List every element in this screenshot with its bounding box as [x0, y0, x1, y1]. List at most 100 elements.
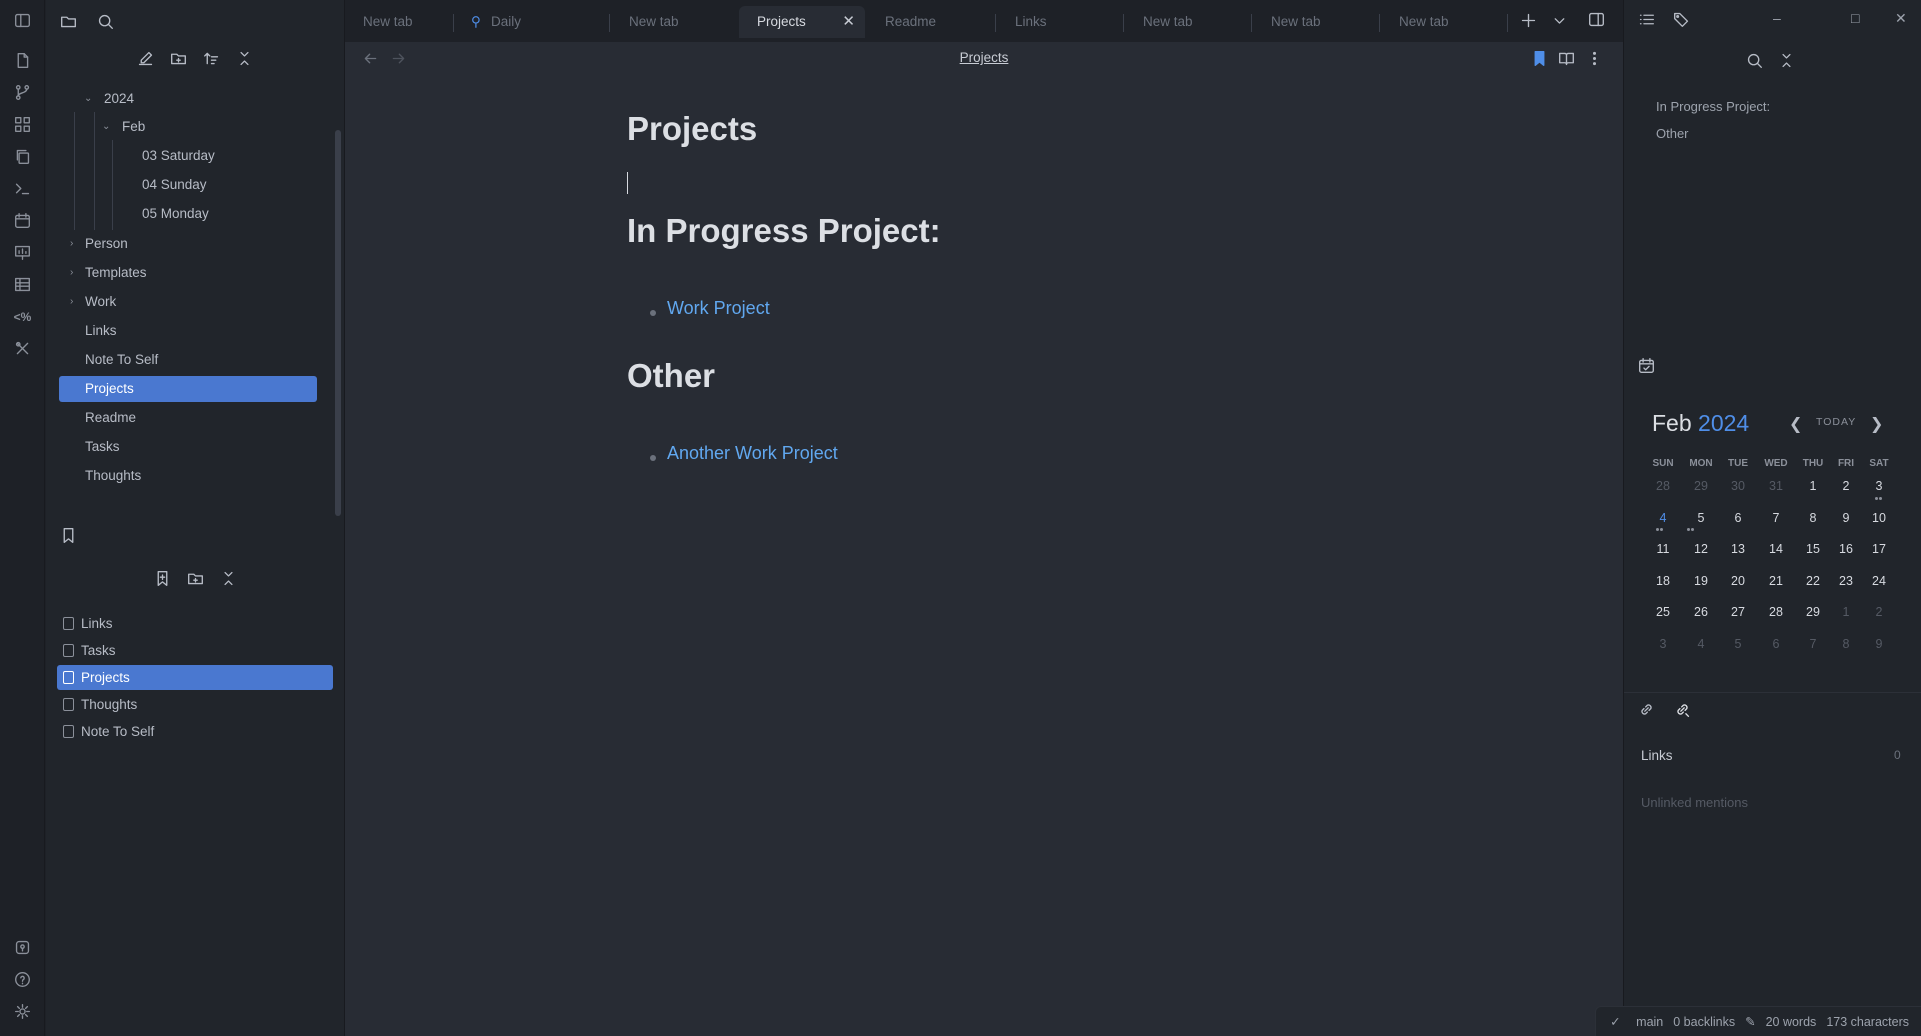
- note-title[interactable]: Projects: [627, 110, 757, 148]
- sort-icon[interactable]: [203, 50, 220, 67]
- backlinks-section-label[interactable]: Links: [1641, 748, 1673, 763]
- tab-daily[interactable]: ⚲ Daily: [455, 6, 573, 38]
- calendar-day[interactable]: 9: [1864, 637, 1894, 651]
- today-button[interactable]: TODAY: [1816, 416, 1856, 428]
- calendar-day[interactable]: 7: [1798, 637, 1828, 651]
- calendar-day[interactable]: 26: [1686, 605, 1716, 619]
- close-window-icon[interactable]: ✕: [1895, 10, 1907, 27]
- collapse-all-icon[interactable]: [220, 570, 237, 587]
- sidebar-toggle-icon[interactable]: [12, 10, 33, 31]
- terminal-icon[interactable]: [12, 178, 33, 199]
- tab-projects[interactable]: Projects ✕: [739, 6, 865, 38]
- calendar-day[interactable]: 7: [1761, 511, 1791, 525]
- vault-switcher-icon[interactable]: [12, 937, 33, 958]
- outline-item[interactable]: In Progress Project:: [1656, 99, 1770, 114]
- calendar-day[interactable]: 29: [1798, 605, 1828, 619]
- new-bookmark-group-icon[interactable]: [187, 570, 204, 587]
- calendar-day[interactable]: 5: [1686, 511, 1716, 525]
- calendar-day[interactable]: 20: [1723, 574, 1753, 588]
- tree-file-links[interactable]: Links: [85, 318, 117, 344]
- heading-other[interactable]: Other: [627, 357, 715, 395]
- new-folder-icon[interactable]: [170, 50, 187, 67]
- tab-new-tab[interactable]: New tab: [345, 6, 445, 38]
- calendar-day[interactable]: 15: [1798, 542, 1828, 556]
- calendar-day[interactable]: 4: [1648, 511, 1678, 525]
- tab-new-tab[interactable]: New tab: [1125, 6, 1243, 38]
- calendar-day[interactable]: 1: [1798, 479, 1828, 493]
- bookmark-item-thoughts[interactable]: Thoughts: [57, 692, 333, 717]
- close-tab-icon[interactable]: ✕: [842, 6, 855, 38]
- tree-file-projects[interactable]: Projects: [59, 376, 317, 402]
- link-icon[interactable]: [1638, 701, 1655, 718]
- file-explorer-scrollbar[interactable]: [335, 130, 341, 516]
- tree-file-note-to-self[interactable]: Note To Self: [85, 347, 158, 373]
- copy-icon[interactable]: [12, 146, 33, 167]
- link-another-work-project[interactable]: Another Work Project: [667, 443, 838, 464]
- tab-new-tab[interactable]: New tab: [611, 6, 729, 38]
- add-bookmark-icon[interactable]: [154, 570, 171, 587]
- calendar-day[interactable]: 3: [1648, 637, 1678, 651]
- calendar-day[interactable]: 25: [1648, 605, 1678, 619]
- bookmark-item-note-to-self[interactable]: Note To Self: [57, 719, 333, 744]
- calendar-day[interactable]: 16: [1831, 542, 1861, 556]
- calendar-day[interactable]: 3: [1864, 479, 1894, 493]
- table-icon[interactable]: [12, 274, 33, 295]
- backlinks-icon[interactable]: [1674, 701, 1691, 718]
- reading-view-icon[interactable]: [1558, 50, 1575, 67]
- tree-folder-feb[interactable]: ⌄ Feb: [102, 114, 145, 140]
- maximize-icon[interactable]: □: [1851, 10, 1859, 26]
- bookmark-filled-icon[interactable]: [1531, 50, 1548, 67]
- help-icon[interactable]: [12, 969, 33, 990]
- bookmark-item-projects[interactable]: Projects: [57, 665, 333, 690]
- calendar-day[interactable]: 8: [1798, 511, 1828, 525]
- calendar-day[interactable]: 2: [1831, 479, 1861, 493]
- heading-in-progress[interactable]: In Progress Project:: [627, 212, 941, 250]
- tags-icon[interactable]: [1673, 11, 1690, 28]
- templater-icon[interactable]: <%: [12, 306, 33, 327]
- search-icon[interactable]: [97, 13, 114, 30]
- calendar-day[interactable]: 30: [1723, 479, 1753, 493]
- tree-file-day[interactable]: 03 Saturday: [142, 143, 215, 169]
- tree-file-tasks[interactable]: Tasks: [85, 434, 120, 460]
- search-icon[interactable]: [1746, 52, 1763, 69]
- tab-new-tab[interactable]: New tab: [1381, 6, 1499, 38]
- bookmark-item-tasks[interactable]: Tasks: [57, 638, 333, 663]
- tools-icon[interactable]: [12, 338, 33, 359]
- tree-file-thoughts[interactable]: Thoughts: [85, 463, 141, 489]
- git-branch-status[interactable]: main: [1636, 1007, 1663, 1036]
- file-explorer-icon[interactable]: [60, 13, 77, 30]
- dashboard-icon[interactable]: [12, 114, 33, 135]
- new-note-from-template-icon[interactable]: [12, 50, 33, 71]
- unlinked-mentions-label[interactable]: Unlinked mentions: [1641, 795, 1748, 810]
- calendar-day[interactable]: 18: [1648, 574, 1678, 588]
- collapse-all-icon[interactable]: [236, 50, 253, 67]
- calendar-day[interactable]: 6: [1723, 511, 1753, 525]
- chevron-left-icon[interactable]: ❮: [1789, 414, 1802, 434]
- calendar-day[interactable]: 4: [1686, 637, 1716, 651]
- git-branch-icon[interactable]: [12, 82, 33, 103]
- tree-file-readme[interactable]: Readme: [85, 405, 136, 431]
- tree-folder-work[interactable]: › Work: [70, 289, 116, 315]
- calendar-day[interactable]: 6: [1761, 637, 1791, 651]
- calendar-day[interactable]: 28: [1648, 479, 1678, 493]
- calendar-day[interactable]: 2: [1864, 605, 1894, 619]
- tree-folder-2024[interactable]: ⌄ 2024: [84, 86, 134, 112]
- calendar-day[interactable]: 12: [1686, 542, 1716, 556]
- tab-new-tab[interactable]: New tab: [1253, 6, 1371, 38]
- calendar-day[interactable]: 22: [1798, 574, 1828, 588]
- more-options-icon[interactable]: [1586, 50, 1603, 67]
- calendar-day[interactable]: 29: [1686, 479, 1716, 493]
- new-note-icon[interactable]: [137, 50, 154, 67]
- outline-item[interactable]: Other: [1656, 126, 1689, 141]
- tree-folder-person[interactable]: › Person: [70, 231, 128, 257]
- bookmark-item-links[interactable]: Links: [57, 611, 333, 636]
- collapse-all-icon[interactable]: [1778, 52, 1795, 69]
- calendar-day[interactable]: 23: [1831, 574, 1861, 588]
- calendar-day[interactable]: 11: [1648, 542, 1678, 556]
- editor-title-breadcrumb[interactable]: Projects: [345, 50, 1623, 65]
- calendar-day[interactable]: 27: [1723, 605, 1753, 619]
- presentation-icon[interactable]: [12, 242, 33, 263]
- chevron-down-icon[interactable]: [1551, 12, 1568, 29]
- calendar-day[interactable]: 14: [1761, 542, 1791, 556]
- chevron-right-icon[interactable]: ❯: [1870, 414, 1883, 434]
